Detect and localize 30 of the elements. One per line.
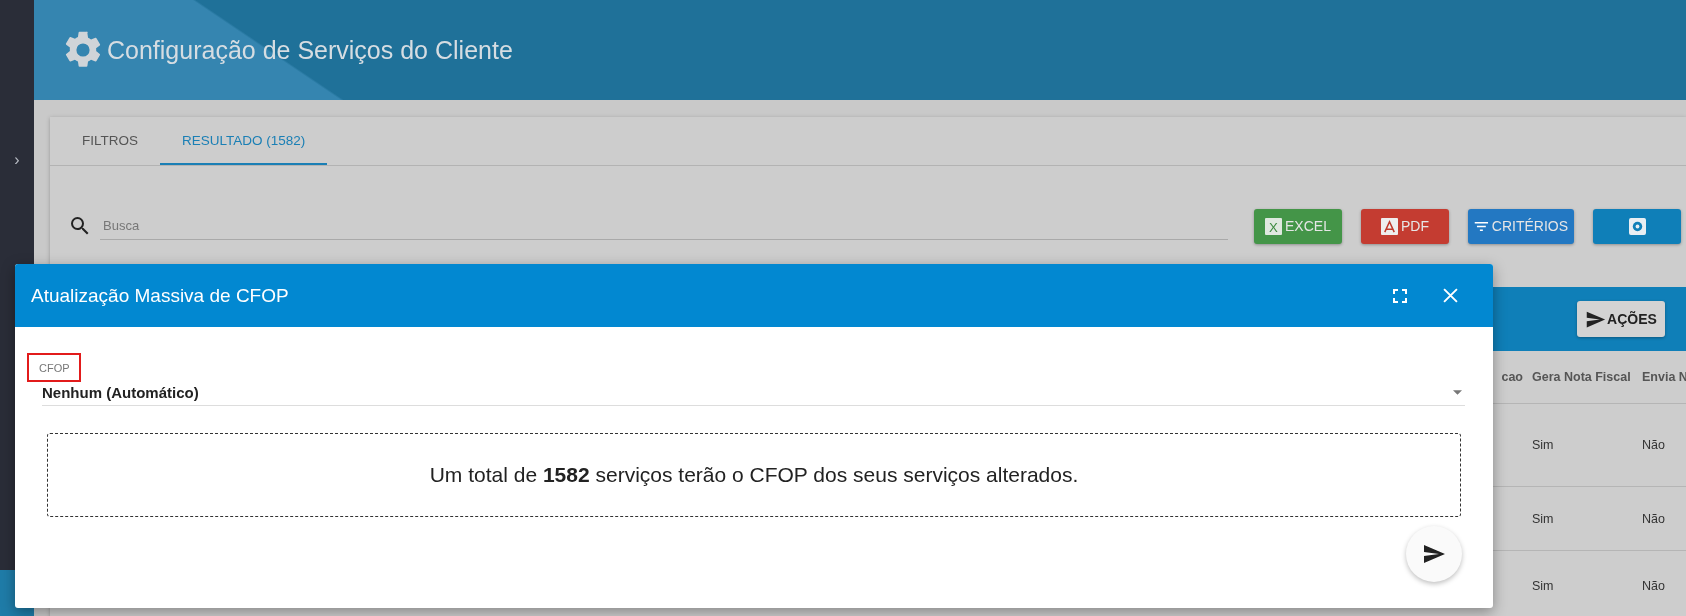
send-button[interactable] — [1406, 526, 1462, 582]
document-icon — [1381, 217, 1398, 235]
sidebar-toggle[interactable]: › — [14, 150, 20, 170]
send-icon — [1422, 542, 1446, 566]
table-cell-text: Sim — [1532, 438, 1555, 452]
table-cell-text: Não — [1642, 578, 1666, 593]
tab[interactable]: RESULTADO (1582) — [160, 117, 328, 165]
table-cell-text: Sim — [1532, 511, 1555, 526]
spreadsheet-icon: X — [1265, 217, 1283, 235]
table-cell-text: Sim — [1532, 578, 1555, 593]
search-field[interactable]: Busca — [100, 212, 1228, 240]
column-header: Gera Nota Fiscal — [1532, 370, 1632, 384]
tab[interactable]: FILTROS — [60, 117, 160, 165]
caret-icon — [1453, 390, 1462, 395]
actions-button[interactable]: AÇÕES — [1577, 301, 1665, 337]
criteria-button[interactable]: CRITÉRIOS — [1468, 208, 1574, 244]
column-header: cao — [1501, 370, 1524, 384]
table-cell-text: Não — [1642, 438, 1666, 452]
table-cell-text: Não — [1642, 511, 1666, 526]
summary-message: Um total de 1582 serviços terão o CFOP dos seus serviços alterados. — [429, 463, 1079, 487]
page-title: Configuração de Serviços do Cliente — [107, 35, 513, 65]
cfop-select[interactable]: Nenhum (Automático) — [42, 384, 1465, 406]
field-label: CFOP — [27, 353, 81, 382]
dialog-title: Atualização Massiva de CFOP — [31, 284, 290, 307]
settings-button[interactable] — [1593, 208, 1681, 244]
close-icon[interactable] — [1443, 288, 1458, 303]
fullscreen-icon[interactable] — [1393, 288, 1407, 303]
excel-button[interactable]: X EXCEL — [1254, 208, 1342, 244]
gear-icon — [1628, 217, 1646, 235]
pdf-button[interactable]: PDF — [1361, 208, 1449, 244]
